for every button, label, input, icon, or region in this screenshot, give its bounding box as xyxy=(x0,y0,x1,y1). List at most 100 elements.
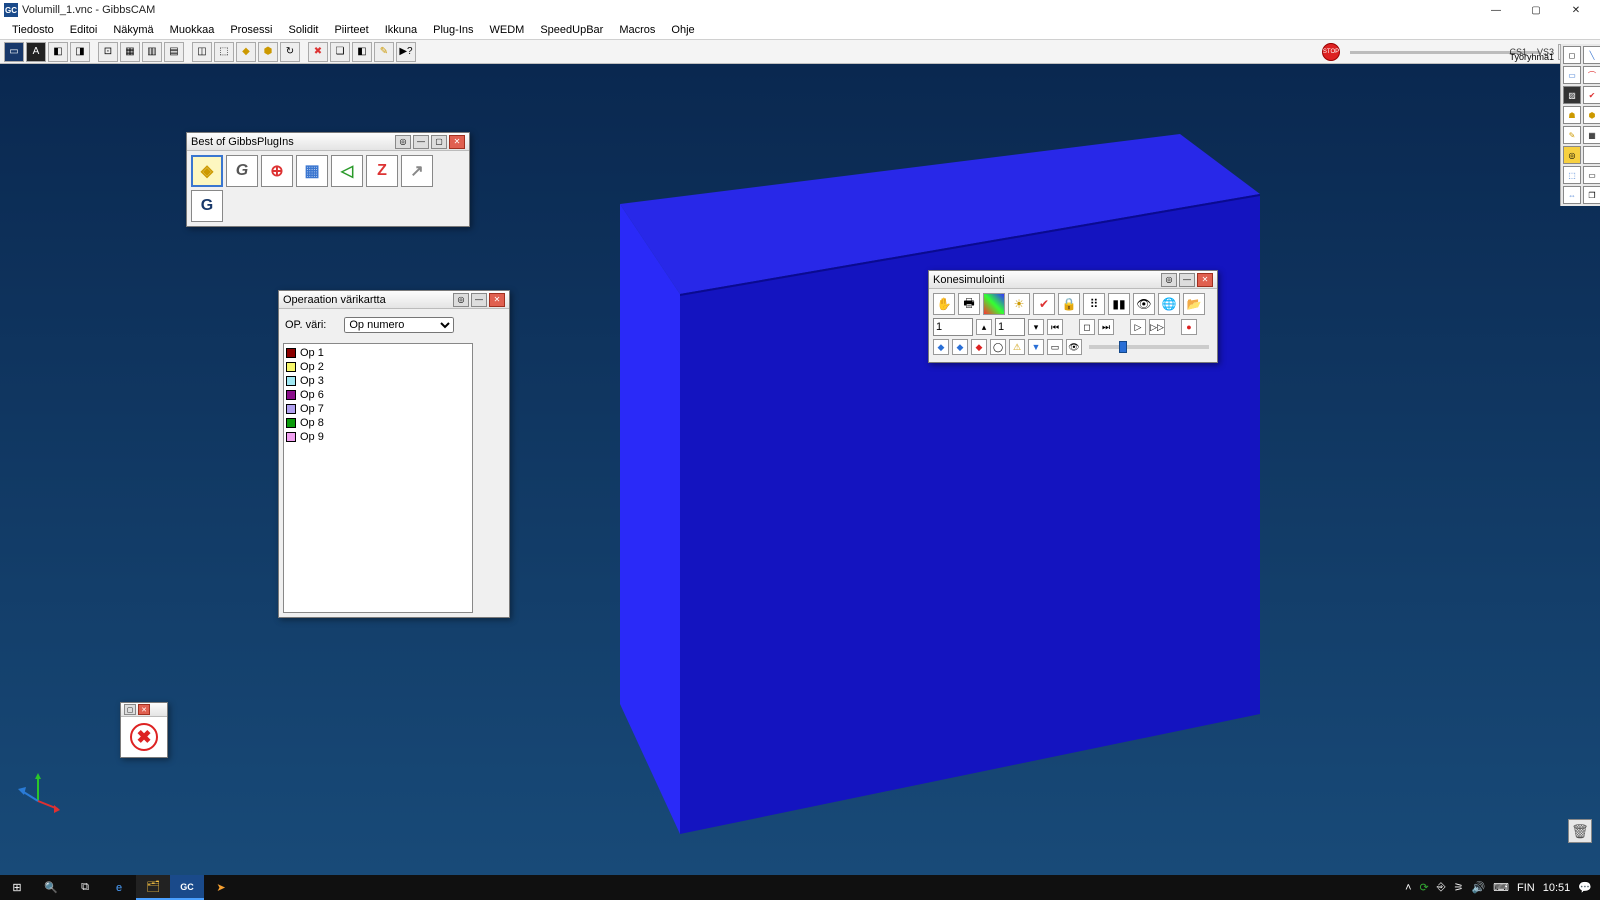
plugins-panel-min-icon[interactable]: — xyxy=(413,135,429,149)
tray-ime-icon[interactable]: ⌨ xyxy=(1493,881,1509,894)
sim-sun-icon[interactable]: ☀ xyxy=(1008,293,1030,315)
tb-btn-16[interactable]: ◧ xyxy=(352,42,372,62)
error-panel-close-icon[interactable]: ✕ xyxy=(138,704,150,715)
tb-btn-8[interactable]: ▤ xyxy=(164,42,184,62)
sim-warn-icon[interactable]: ⚠ xyxy=(1009,339,1025,355)
window-close-button[interactable]: ✕ xyxy=(1556,0,1596,20)
sim-stepper-1[interactable]: ▴ xyxy=(976,319,992,335)
opcolor-panel-close-icon[interactable]: ✕ xyxy=(489,293,505,307)
rp-tree-icon[interactable]: ▭ xyxy=(1583,166,1600,184)
plugins-panel-pin-icon[interactable]: ◎ xyxy=(395,135,411,149)
opcolor-list[interactable]: Op 1 Op 2 Op 3 Op 6 Op 7 Op 8 Op 9 xyxy=(283,343,473,613)
rp-hatch-icon[interactable]: ▨ xyxy=(1563,86,1581,104)
tb-btn-12[interactable]: ⬢ xyxy=(258,42,278,62)
rp-check-icon[interactable]: ✔ xyxy=(1583,86,1600,104)
menu-features[interactable]: Piirteet xyxy=(326,22,376,38)
menu-solids[interactable]: Solidit xyxy=(281,22,327,38)
sim-blue2-icon[interactable]: ◆ xyxy=(952,339,968,355)
plugin-btn-1[interactable]: ◈ xyxy=(191,155,223,187)
rp-arc-icon[interactable]: ⌒ xyxy=(1583,66,1600,84)
task-app-icon[interactable]: ➤ xyxy=(204,875,238,900)
error-panel-min-icon[interactable]: ▢ xyxy=(124,704,136,715)
tb-btn-11[interactable]: ◆ xyxy=(236,42,256,62)
tb-btn-help[interactable]: ▶? xyxy=(396,42,416,62)
tray-up-icon[interactable]: ˄ xyxy=(1405,882,1411,894)
tb-btn-3[interactable]: ◧ xyxy=(48,42,68,62)
sim-stepper-2[interactable]: ▾ xyxy=(1028,319,1044,335)
sim-globe-icon[interactable]: 🌐 xyxy=(1158,293,1180,315)
plugin-btn-8[interactable]: G xyxy=(191,190,223,222)
menu-process[interactable]: Prosessi xyxy=(222,22,280,38)
sim-blue1-icon[interactable]: ◆ xyxy=(933,339,949,355)
tb-btn-5[interactable]: ⊡ xyxy=(98,42,118,62)
rp-tool-icon[interactable]: ☗ xyxy=(1563,106,1581,124)
sim-ff-icon[interactable]: ▷▷ xyxy=(1149,319,1165,335)
tb-btn-6[interactable]: ▦ xyxy=(120,42,140,62)
tb-btn-10[interactable]: ⬚ xyxy=(214,42,234,62)
plugins-panel[interactable]: Best of GibbsPlugIns ◎ — ▢ ✕ ◈ G ⊕ ▦ ◁ Z… xyxy=(186,132,470,227)
task-view-icon[interactable]: ⧉ xyxy=(68,875,102,900)
task-gibbs-icon[interactable]: GC xyxy=(170,875,204,900)
tray-bt-icon[interactable]: ⎆ xyxy=(1437,881,1446,894)
tray-notify-icon[interactable]: 💬 xyxy=(1578,881,1592,894)
sim-filter-icon[interactable]: ▼ xyxy=(1028,339,1044,355)
menu-edit[interactable]: Editoi xyxy=(62,22,106,38)
tb-btn-2[interactable]: A xyxy=(26,42,46,62)
menubar[interactable]: Tiedosto Editoi Näkymä Muokkaa Prosessi … xyxy=(0,20,1600,40)
sim-compare-icon[interactable]: ▮▮ xyxy=(1108,293,1130,315)
error-icon[interactable]: ✖ xyxy=(130,723,158,751)
start-button[interactable]: ⊞ xyxy=(0,875,34,900)
tb-btn-17[interactable]: ✎ xyxy=(374,42,394,62)
menu-modify[interactable]: Muokkaa xyxy=(162,22,223,38)
sim-eye2-icon[interactable]: 👁 xyxy=(1066,339,1082,355)
tb-btn-9[interactable]: ◫ xyxy=(192,42,212,62)
tb-btn-4[interactable]: ◨ xyxy=(70,42,90,62)
tray-lang[interactable]: FIN xyxy=(1517,882,1535,894)
plugins-panel-max-icon[interactable]: ▢ xyxy=(431,135,447,149)
sim-panel-pin-icon[interactable]: ◎ xyxy=(1161,273,1177,287)
sim-panel[interactable]: Konesimulointi ◎ — ✕ ✋ 🖶 ☀ ✔ 🔒 ⠿ ▮▮ 👁 🌐 … xyxy=(928,270,1218,363)
tb-btn-7[interactable]: ▥ xyxy=(142,42,162,62)
window-minimize-button[interactable]: — xyxy=(1476,0,1516,20)
plugin-btn-5[interactable]: ◁ xyxy=(331,155,363,187)
tray-sync-icon[interactable]: ⟳ xyxy=(1420,881,1429,894)
opcolor-dropdown[interactable]: Op numero xyxy=(344,317,454,333)
plugin-btn-7[interactable]: ↗ xyxy=(401,155,433,187)
sim-speed-slider[interactable] xyxy=(1089,345,1209,349)
rp-copy-icon[interactable]: ❐ xyxy=(1583,186,1600,204)
tb-btn-1[interactable]: ▭ xyxy=(4,42,24,62)
sim-stop-icon[interactable]: ◻ xyxy=(1079,319,1095,335)
menu-wedm[interactable]: WEDM xyxy=(482,22,533,38)
sim-panel-min-icon[interactable]: — xyxy=(1179,273,1195,287)
rp-select-icon[interactable]: ▦ xyxy=(1583,126,1600,144)
sim-colors-icon[interactable] xyxy=(983,293,1005,315)
trash-button[interactable]: 🗑 xyxy=(1568,819,1592,843)
window-maximize-button[interactable]: ▢ xyxy=(1516,0,1556,20)
rp-line-icon[interactable]: ╲ xyxy=(1583,46,1600,64)
rp-cs-icon[interactable]: ⬚ xyxy=(1563,166,1581,184)
sim-box-icon[interactable]: ▭ xyxy=(1047,339,1063,355)
plugins-panel-close-icon[interactable]: ✕ xyxy=(449,135,465,149)
sim-table-icon[interactable]: 🖶 xyxy=(958,293,980,315)
sim-play-icon[interactable]: ▷ xyxy=(1130,319,1146,335)
sim-circle-icon[interactable]: ◯ xyxy=(990,339,1006,355)
sim-input-2[interactable] xyxy=(995,318,1025,336)
taskbar[interactable]: ⊞ 🔍 ⧉ e 🗂 GC ➤ ˄ ⟳ ⎆ ⚞ 🔊 ⌨ FIN 10:51 💬 xyxy=(0,875,1600,900)
menu-window[interactable]: Ikkuna xyxy=(377,22,425,38)
menu-view[interactable]: Näkymä xyxy=(105,22,161,38)
rp-verify-icon[interactable]: ◎ xyxy=(1563,146,1581,164)
rp-window-icon[interactable]: ▭ xyxy=(1563,66,1581,84)
opcolor-panel-pin-icon[interactable]: ◎ xyxy=(453,293,469,307)
tray-sound-icon[interactable]: 🔊 xyxy=(1471,881,1485,894)
sim-grid-icon[interactable]: ⠿ xyxy=(1083,293,1105,315)
opcolor-panel[interactable]: Operaation värikartta ◎ — ✕ OP. väri: Op… xyxy=(278,290,510,618)
menu-plugins[interactable]: Plug-Ins xyxy=(425,22,481,38)
error-panel[interactable]: ▢ ✕ ✖ xyxy=(120,702,168,758)
tb-btn-13[interactable]: ↻ xyxy=(280,42,300,62)
sim-stepfwd-icon[interactable]: ⏭ xyxy=(1098,319,1114,335)
menu-speedupbar[interactable]: SpeedUpBar xyxy=(532,22,611,38)
menu-file[interactable]: Tiedosto xyxy=(4,22,62,38)
tb-btn-15[interactable]: ❏ xyxy=(330,42,350,62)
plugin-btn-3[interactable]: ⊕ xyxy=(261,155,293,187)
tb-btn-14[interactable]: ✖ xyxy=(308,42,328,62)
